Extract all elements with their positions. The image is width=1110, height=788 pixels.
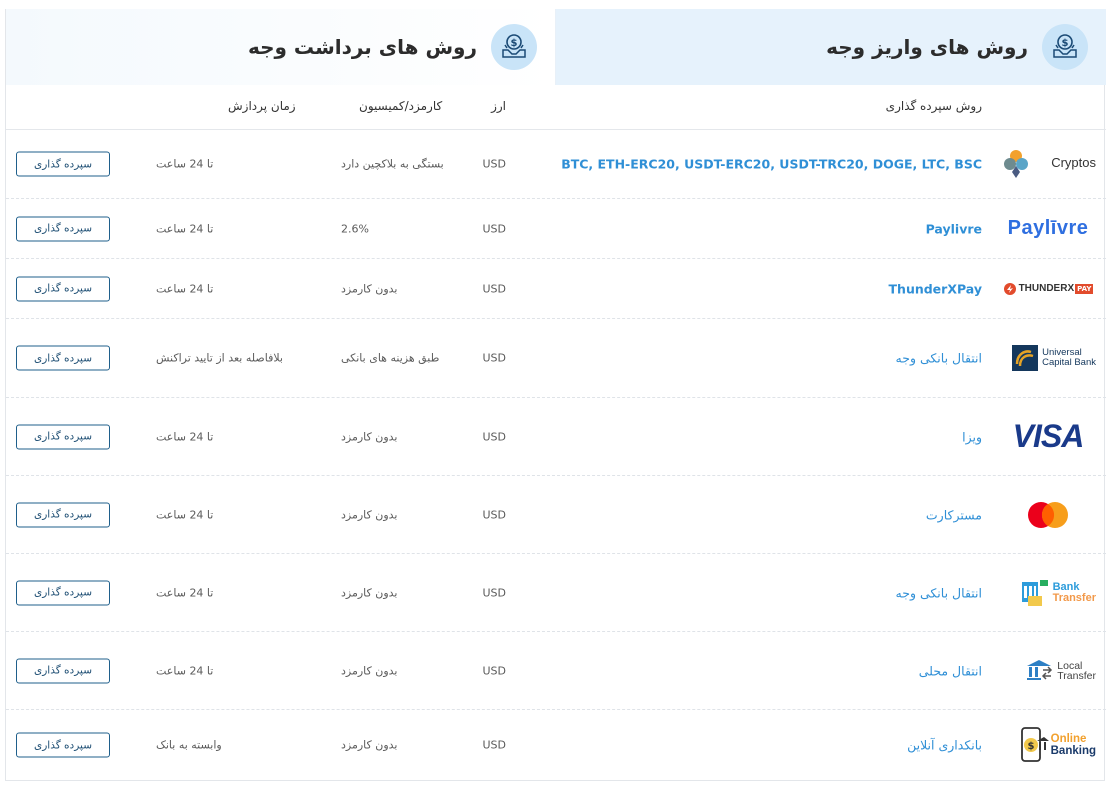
svg-text:$: $ <box>1027 741 1034 752</box>
table-row: Paylīvre Paylivre USD 2.6% تا 24 ساعت سپ… <box>6 199 1106 259</box>
currency-value: USD <box>482 222 506 235</box>
deposit-button[interactable]: سپرده گذاری <box>16 580 110 605</box>
method-name: انتقال بانکی وجه <box>895 585 982 600</box>
fee-value: بستگی به بلاکچین دارد <box>341 157 444 171</box>
tab-bar: $ روش های واریز وجه $ روش های برداشت وجه <box>6 9 1106 85</box>
method-name: Paylivre <box>925 221 982 236</box>
cryptos-logo: Cryptos <box>1000 142 1096 186</box>
fee-value: بدون کارمزد <box>341 430 398 443</box>
column-fee: کارمزد/کمیسیون <box>359 99 443 113</box>
payment-methods-panel: $ روش های واریز وجه $ روش های برداشت وجه… <box>5 9 1106 781</box>
processing-time-value: تا 24 ساعت <box>156 430 214 443</box>
tab-withdraw-methods[interactable]: $ روش های برداشت وجه <box>6 9 555 85</box>
method-name: ویزا <box>962 429 982 444</box>
svg-text:$: $ <box>511 38 518 49</box>
online-banking-logo: $ Online Banking <box>1000 723 1096 767</box>
processing-time-value: تا 24 ساعت <box>156 664 214 677</box>
table-row: VISA ویزا USD بدون کارمزد تا 24 ساعت سپر… <box>6 398 1106 476</box>
processing-time-value: تا 24 ساعت <box>156 222 214 235</box>
currency-value: USD <box>482 586 506 599</box>
table-row: Local Transfer انتقال محلی USD بدون کارم… <box>6 632 1106 710</box>
paylivre-logo: Paylīvre <box>1007 217 1089 239</box>
mastercard-logo <box>1000 493 1096 537</box>
table-header: روش سپرده گذاری ارز کارمزد/کمیسیون زمان … <box>6 85 1106 130</box>
method-name: انتقال بانکی وجه <box>895 350 982 366</box>
fee-value: بدون کارمزد <box>341 586 398 599</box>
processing-time-value: تا 24 ساعت <box>156 157 214 171</box>
fee-value: بدون کارمزد <box>341 738 398 752</box>
column-currency: ارز <box>491 99 506 113</box>
method-name: BTC, ETH-ERC20, USDT-ERC20, USDT-TRC20, … <box>561 156 982 172</box>
column-processing-time: زمان پردازش <box>228 99 296 113</box>
currency-value: USD <box>482 664 506 677</box>
deposit-button[interactable]: سپرده گذاری <box>16 216 110 241</box>
method-name: ThunderXPay <box>888 281 982 296</box>
table-row: مسترکارت USD بدون کارمزد تا 24 ساعت سپرد… <box>6 476 1106 554</box>
processing-time-value: وابسته به بانک <box>156 738 222 752</box>
tab-withdraw-title: روش های برداشت وجه <box>247 35 477 59</box>
currency-value: USD <box>482 508 506 521</box>
tab-deposit-methods[interactable]: $ روش های واریز وجه <box>555 9 1106 85</box>
universal-capital-bank-logo: Universal Capital Bank <box>1000 336 1096 380</box>
processing-time-value: تا 24 ساعت <box>156 282 214 295</box>
table-row: Cryptos BTC, ETH-ERC20, USDT-ERC20, USDT… <box>6 130 1106 199</box>
method-name: انتقال محلی <box>918 663 982 678</box>
svg-text:$: $ <box>1062 38 1069 49</box>
currency-value: USD <box>482 738 506 752</box>
currency-value: USD <box>482 282 506 295</box>
deposit-hand-icon: $ <box>1042 24 1088 70</box>
processing-time-value: تا 24 ساعت <box>156 586 214 599</box>
deposit-button[interactable]: سپرده گذاری <box>16 276 110 301</box>
method-name: بانکداری آنلاین <box>907 737 982 753</box>
fee-value: بدون کارمزد <box>341 664 398 677</box>
processing-time-value: بلافاصله بعد از تایید تراکنش <box>156 351 283 365</box>
processing-time-value: تا 24 ساعت <box>156 508 214 521</box>
deposit-button[interactable]: سپرده گذاری <box>16 502 110 527</box>
column-method: روش سپرده گذاری <box>885 99 982 113</box>
currency-value: USD <box>482 430 506 443</box>
fee-value: بدون کارمزد <box>341 508 398 521</box>
deposit-button[interactable]: سپرده گذاری <box>16 732 110 758</box>
deposit-button[interactable]: سپرده گذاری <box>16 151 110 177</box>
table-row: $ Online Banking بانکداری آنلاین USD بدو… <box>6 710 1106 780</box>
fee-value: طبق هزینه های بانکی <box>341 351 440 365</box>
table-row: THUNDERX PAY ThunderXPay USD بدون کارمزد… <box>6 259 1106 319</box>
visa-logo: VISA <box>1012 418 1085 454</box>
method-name: مسترکارت <box>925 507 982 522</box>
deposit-button[interactable]: سپرده گذاری <box>16 658 110 683</box>
withdraw-hand-icon: $ <box>491 24 537 70</box>
local-transfer-logo: Local Transfer <box>1000 649 1096 693</box>
fee-value: 2.6% <box>341 222 369 235</box>
thunderxpay-logo: THUNDERX PAY <box>1000 267 1096 311</box>
table-row: Universal Capital Bank انتقال بانکی وجه … <box>6 319 1106 398</box>
deposit-button[interactable]: سپرده گذاری <box>16 424 110 449</box>
bank-transfer-logo: Bank Transfer <box>1000 571 1096 615</box>
currency-value: USD <box>482 157 506 171</box>
table-row: Bank Transfer انتقال بانکی وجه USD بدون … <box>6 554 1106 632</box>
deposit-button[interactable]: سپرده گذاری <box>16 345 110 371</box>
currency-value: USD <box>482 351 506 365</box>
fee-value: بدون کارمزد <box>341 282 398 295</box>
tab-deposit-title: روش های واریز وجه <box>826 35 1028 59</box>
